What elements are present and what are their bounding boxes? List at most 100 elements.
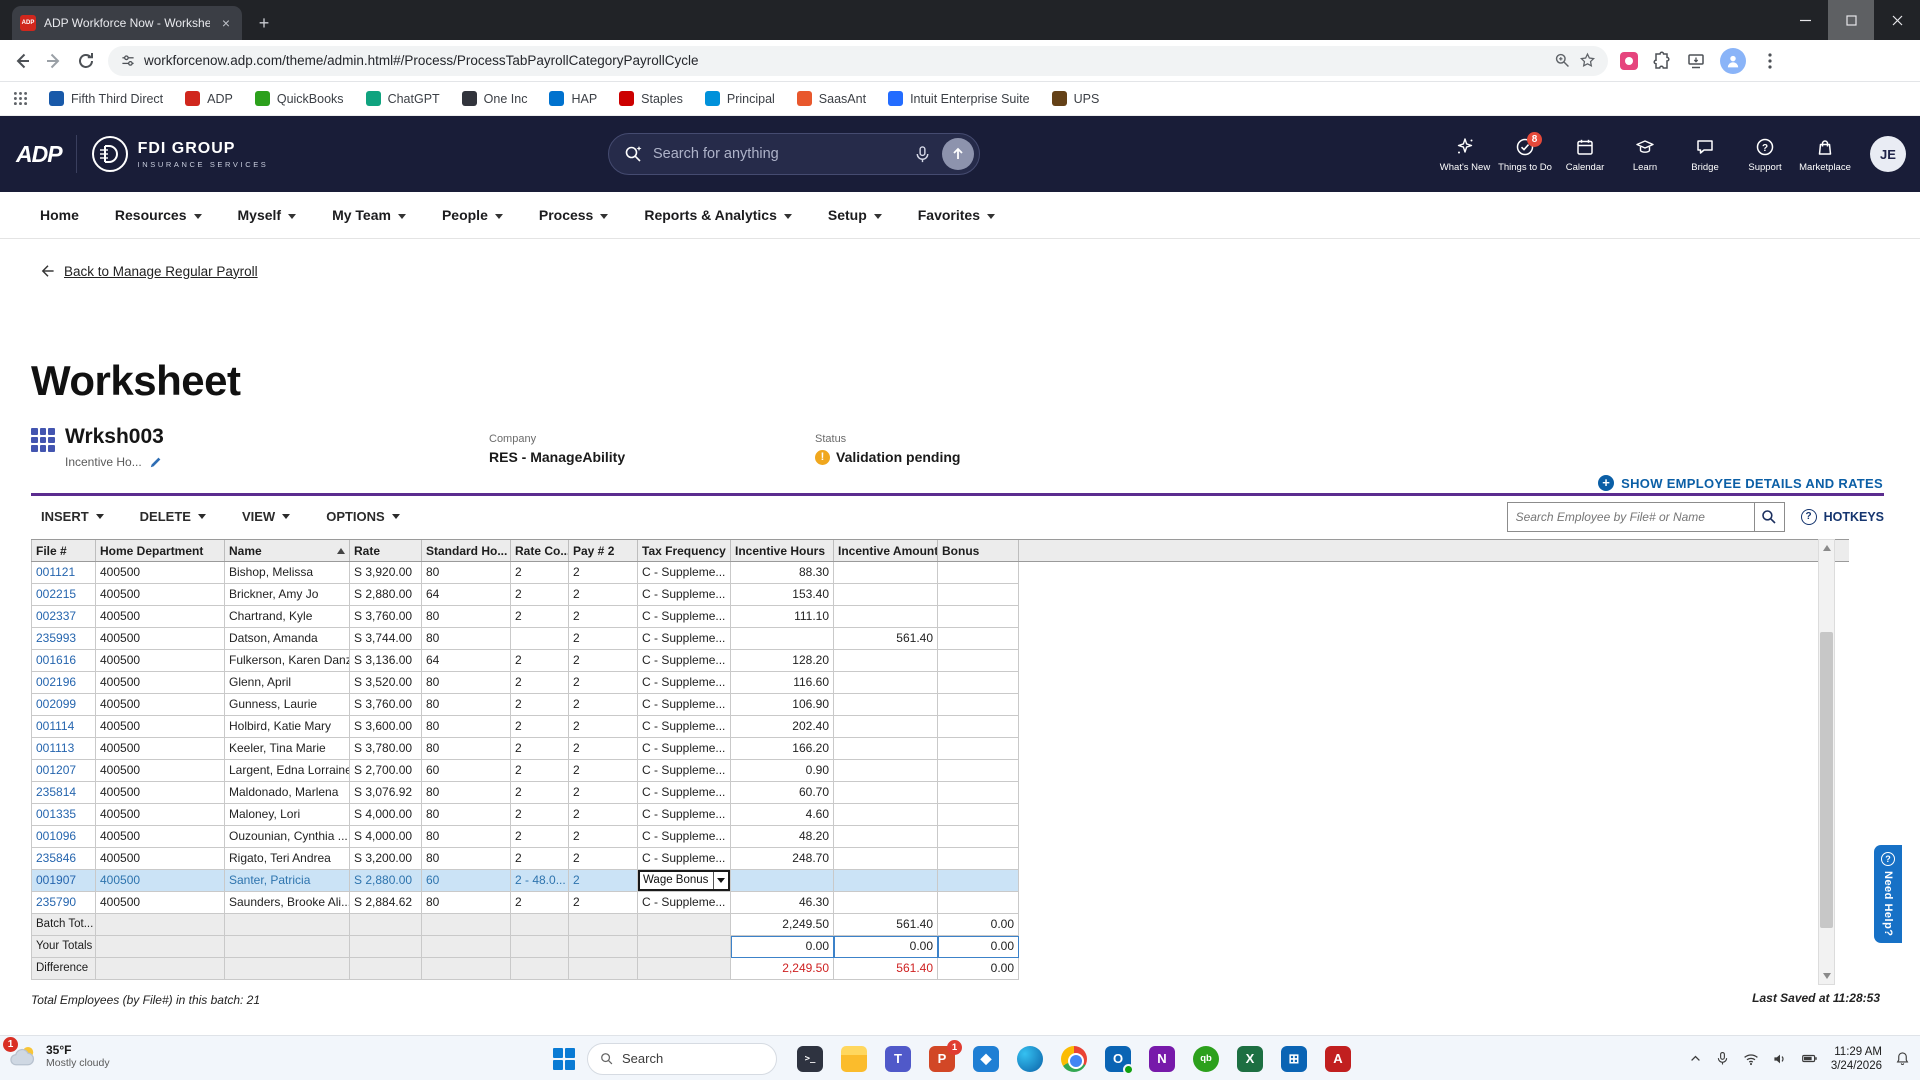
- cell-file-number[interactable]: 001113: [31, 738, 96, 760]
- cell-pay-2[interactable]: 2: [569, 738, 638, 760]
- cell-rate[interactable]: S 3,520.00: [350, 672, 422, 694]
- bookmark-item[interactable]: SaasAnt: [797, 91, 866, 106]
- table-row[interactable]: 235846 400500 Rigato, Teri Andrea S 3,20…: [31, 848, 1019, 870]
- cell-rate-code[interactable]: 2: [511, 892, 569, 914]
- totals-bonus[interactable]: 0.00: [938, 936, 1019, 958]
- cell-rate-code[interactable]: 2 - 48.0...: [511, 870, 569, 892]
- cell-pay-2[interactable]: 2: [569, 760, 638, 782]
- cell-file-number[interactable]: 001096: [31, 826, 96, 848]
- zoom-icon[interactable]: [1554, 52, 1571, 69]
- cell-standard-hours[interactable]: 64: [422, 650, 511, 672]
- cell-home-department[interactable]: 400500: [96, 694, 225, 716]
- cell-incentive-amount[interactable]: [834, 672, 938, 694]
- cell-bonus[interactable]: [938, 650, 1019, 672]
- cell-bonus[interactable]: [938, 738, 1019, 760]
- table-row[interactable]: 001616 400500 Fulkerson, Karen Danz S 3,…: [31, 650, 1019, 672]
- cell-rate[interactable]: S 4,000.00: [350, 804, 422, 826]
- cell-file-number[interactable]: 001335: [31, 804, 96, 826]
- edit-pencil-icon[interactable]: [149, 455, 163, 469]
- cell-incentive-amount[interactable]: [834, 716, 938, 738]
- cell-rate-code[interactable]: 2: [511, 650, 569, 672]
- file-number-link[interactable]: 001616: [36, 653, 76, 667]
- apps-grid-icon[interactable]: [12, 90, 29, 107]
- file-number-link[interactable]: 001121: [36, 565, 75, 579]
- cell-tax-frequency[interactable]: C - Suppleme...: [638, 584, 731, 606]
- need-help-tab[interactable]: Need Help?: [1874, 845, 1902, 943]
- cell-tax-frequency[interactable]: Wage Bonus: [638, 870, 731, 892]
- bookmark-item[interactable]: HAP: [549, 91, 597, 106]
- taskbar-app-photos[interactable]: ◆: [973, 1046, 999, 1072]
- cell-name[interactable]: Saunders, Brooke Ali...: [225, 892, 350, 914]
- cell-home-department[interactable]: 400500: [96, 650, 225, 672]
- cell-pay-2[interactable]: 2: [569, 826, 638, 848]
- extensions-puzzle-icon[interactable]: [1652, 51, 1672, 71]
- cell-tax-frequency[interactable]: C - Suppleme...: [638, 694, 731, 716]
- cell-tax-frequency[interactable]: C - Suppleme...: [638, 782, 731, 804]
- cell-name[interactable]: Keeler, Tina Marie: [225, 738, 350, 760]
- table-row[interactable]: 002215 400500 Brickner, Amy Jo S 2,880.0…: [31, 584, 1019, 606]
- cell-incentive-hours[interactable]: 88.30: [731, 562, 834, 584]
- header-action-marketplace[interactable]: Marketplace: [1796, 135, 1854, 173]
- header-action-things-to-do[interactable]: 8 Things to Do: [1496, 135, 1554, 173]
- cell-tax-frequency[interactable]: C - Suppleme...: [638, 562, 731, 584]
- cell-name[interactable]: Maloney, Lori: [225, 804, 350, 826]
- cell-pay-2[interactable]: 2: [569, 870, 638, 892]
- cell-name[interactable]: Datson, Amanda: [225, 628, 350, 650]
- cell-standard-hours[interactable]: 80: [422, 716, 511, 738]
- file-number-link[interactable]: 235846: [36, 851, 76, 865]
- taskbar-app-terminal[interactable]: >_: [797, 1046, 823, 1072]
- cell-name[interactable]: Rigato, Teri Andrea: [225, 848, 350, 870]
- cell-rate[interactable]: S 2,880.00: [350, 870, 422, 892]
- cell-tax-frequency[interactable]: C - Suppleme...: [638, 804, 731, 826]
- file-number-link[interactable]: 001113: [36, 741, 74, 755]
- employee-search-button[interactable]: [1755, 502, 1785, 532]
- cell-incentive-amount[interactable]: [834, 606, 938, 628]
- cell-incentive-hours[interactable]: 111.10: [731, 606, 834, 628]
- cell-home-department[interactable]: 400500: [96, 606, 225, 628]
- column-header[interactable]: File #: [31, 540, 96, 561]
- cell-file-number[interactable]: 002215: [31, 584, 96, 606]
- bookmark-star-icon[interactable]: [1579, 52, 1596, 69]
- cell-bonus[interactable]: [938, 826, 1019, 848]
- employee-search-input[interactable]: [1507, 502, 1755, 532]
- cell-incentive-amount[interactable]: [834, 848, 938, 870]
- cell-tax-frequency[interactable]: C - Suppleme...: [638, 892, 731, 914]
- nav-item-my-team[interactable]: My Team: [332, 207, 406, 223]
- taskbar-app-excel[interactable]: X: [1237, 1046, 1263, 1072]
- totals-bonus[interactable]: 0.00: [938, 914, 1019, 936]
- new-tab-button[interactable]: +: [250, 9, 278, 37]
- taskbar-app-apps-grid[interactable]: ⊞: [1281, 1046, 1307, 1072]
- cell-tax-frequency[interactable]: C - Suppleme...: [638, 760, 731, 782]
- cell-home-department[interactable]: 400500: [96, 848, 225, 870]
- cell-incentive-amount[interactable]: 561.40: [834, 628, 938, 650]
- cell-standard-hours[interactable]: 80: [422, 672, 511, 694]
- chevron-up-icon[interactable]: [1689, 1052, 1702, 1065]
- cell-rate-code[interactable]: 2: [511, 738, 569, 760]
- vertical-scrollbar[interactable]: [1818, 539, 1835, 985]
- cell-bonus[interactable]: [938, 716, 1019, 738]
- taskbar-app-powerpoint[interactable]: P 1: [929, 1046, 955, 1072]
- cell-tax-frequency[interactable]: C - Suppleme...: [638, 628, 731, 650]
- table-row[interactable]: 001096 400500 Ouzounian, Cynthia ... S 4…: [31, 826, 1019, 848]
- table-row[interactable]: 001207 400500 Largent, Edna Lorraine S 2…: [31, 760, 1019, 782]
- forward-icon[interactable]: [44, 51, 64, 71]
- adp-logo[interactable]: ADP: [16, 141, 62, 168]
- cell-file-number[interactable]: 001207: [31, 760, 96, 782]
- cell-name[interactable]: Largent, Edna Lorraine: [225, 760, 350, 782]
- table-row[interactable]: 001121 400500 Bishop, Melissa S 3,920.00…: [31, 562, 1019, 584]
- cell-bonus[interactable]: [938, 628, 1019, 650]
- reload-icon[interactable]: [76, 51, 96, 71]
- cell-file-number[interactable]: 002337: [31, 606, 96, 628]
- cell-incentive-hours[interactable]: [731, 628, 834, 650]
- file-number-link[interactable]: 001114: [36, 719, 74, 733]
- cell-standard-hours[interactable]: 80: [422, 694, 511, 716]
- header-action-learn[interactable]: Learn: [1616, 135, 1674, 173]
- column-header[interactable]: Incentive Amount: [834, 540, 938, 561]
- header-action-whats-new[interactable]: What's New: [1436, 135, 1494, 173]
- cell-bonus[interactable]: [938, 804, 1019, 826]
- cell-standard-hours[interactable]: 80: [422, 606, 511, 628]
- cell-rate-code[interactable]: 2: [511, 826, 569, 848]
- file-number-link[interactable]: 235790: [36, 895, 76, 909]
- cell-bonus[interactable]: [938, 870, 1019, 892]
- menu-options[interactable]: OPTIONS: [326, 509, 400, 524]
